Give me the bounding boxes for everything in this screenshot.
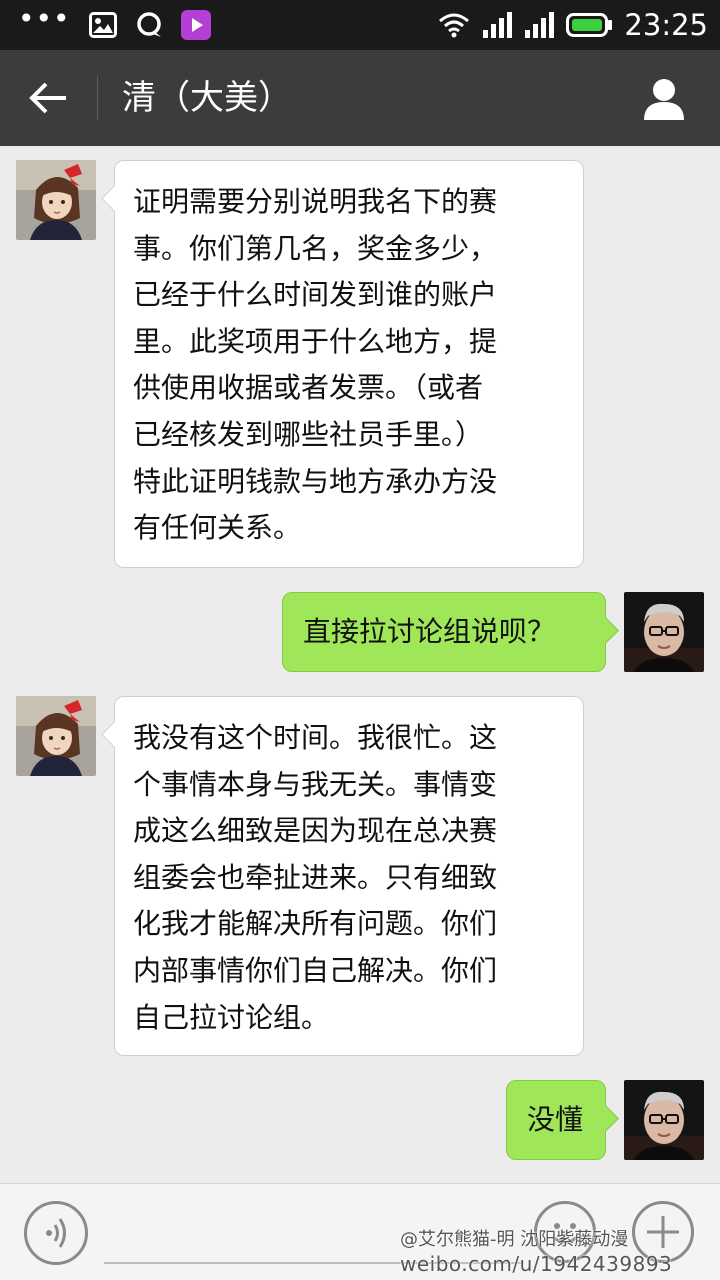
message-text: 没懂 — [527, 1102, 584, 1136]
chat-title: 清（大美） — [122, 78, 292, 118]
message-bubble-incoming[interactable]: 我没有这个时间。我很忙。这 个事情本身与我无关。事情变 成这么细致是因为现在总决… — [114, 696, 584, 1056]
man-glasses-avatar[interactable] — [624, 1080, 704, 1160]
watermark-author: @艾尔熊猫-明 沈阳紫藤动漫 — [400, 1229, 629, 1250]
gallery-icon — [88, 12, 117, 38]
message-bubble-incoming[interactable]: 证明需要分别说明我名下的赛 事。你们第几名，奖金多少， 已经于什么时间发到谁的账… — [114, 160, 584, 568]
message-bubble-outgoing[interactable]: 直接拉讨论组说呗？ — [282, 592, 606, 672]
battery-icon — [566, 13, 613, 37]
message-text: 直接拉讨论组说呗？ — [303, 614, 556, 648]
chat-bubble-icon — [136, 12, 161, 37]
status-bar-notifications: ••• — [18, 2, 211, 42]
video-player-icon — [180, 10, 211, 40]
wifi-icon — [439, 13, 470, 38]
clock: 23:25 — [624, 8, 708, 42]
voice-button[interactable] — [24, 1201, 88, 1265]
weibo-watermark: @艾尔熊猫-明 沈阳紫藤动漫 weibo.com/u/1942439893 — [400, 1228, 672, 1276]
status-bar-system: 23:25 — [438, 8, 708, 42]
message-text: 证明需要分别说明我名下的赛 事。你们第几名，奖金多少， 已经于什么时间发到谁的账… — [133, 185, 498, 545]
watermark-url: weibo.com/u/1942439893 — [400, 1252, 673, 1276]
anime-girl-avatar[interactable] — [16, 160, 96, 240]
signal-icon-2 — [525, 12, 555, 38]
chat-header: 清（大美） — [0, 50, 720, 146]
back-arrow-icon[interactable] — [26, 76, 72, 120]
voice-icon — [46, 1218, 66, 1248]
status-bar: ••• 23:25 — [0, 0, 720, 50]
message-bubble-outgoing[interactable]: 没懂 — [506, 1080, 606, 1160]
person-icon[interactable] — [642, 78, 686, 120]
anime-girl-avatar[interactable] — [16, 696, 96, 776]
overflow-dots: ••• — [18, 2, 71, 35]
signal-icon — [483, 12, 513, 38]
header-divider — [97, 76, 98, 120]
message-text: 我没有这个时间。我很忙。这 个事情本身与我无关。事情变 成这么细致是因为现在总决… — [133, 721, 498, 1034]
man-glasses-avatar[interactable] — [624, 592, 704, 672]
